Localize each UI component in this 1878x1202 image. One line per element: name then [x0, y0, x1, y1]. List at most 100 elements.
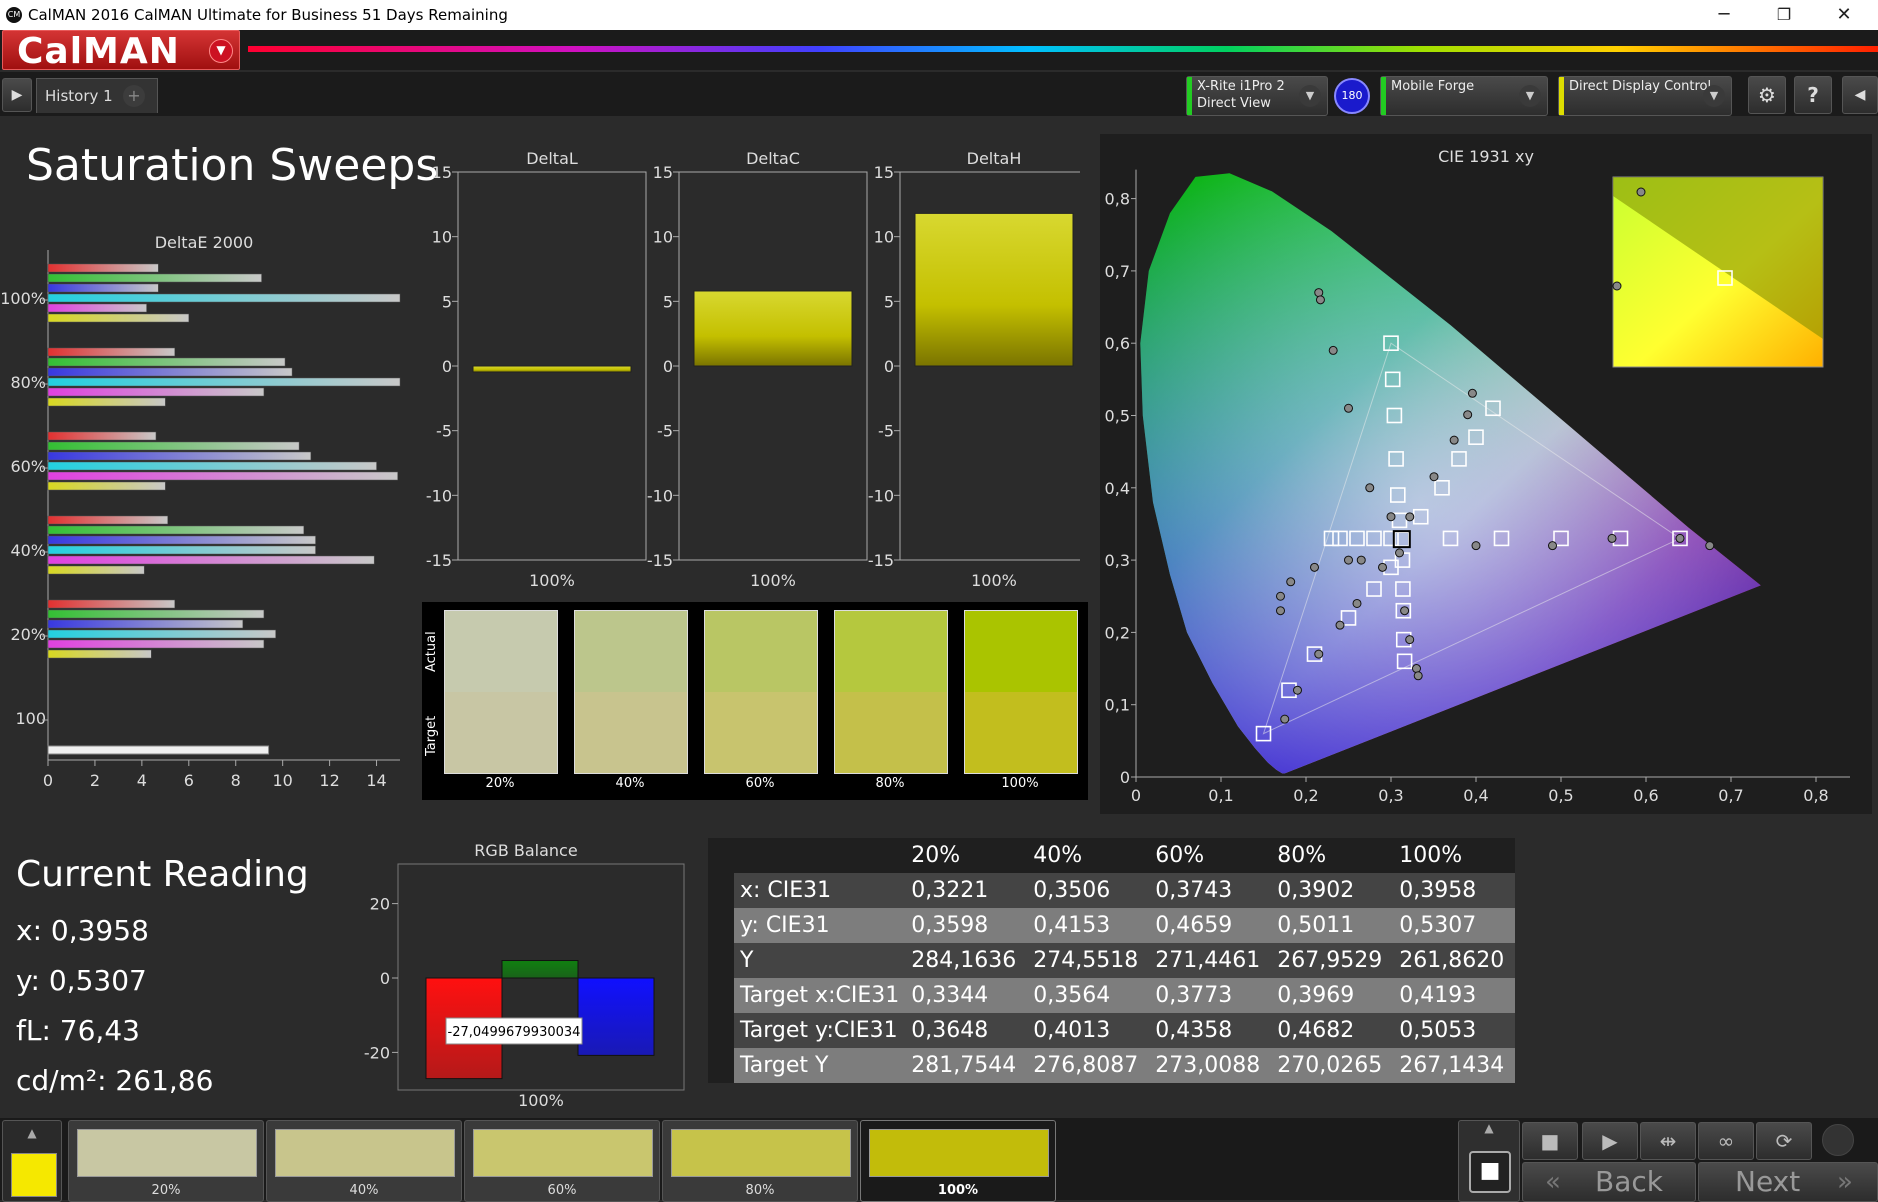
cie-measured-point — [1471, 541, 1481, 551]
cie-measured-point — [1310, 562, 1319, 572]
close-button[interactable]: ✕ — [1824, 2, 1864, 28]
delta-chart-title: DeltaL — [526, 149, 578, 168]
delta-y-tick-label: 5 — [442, 292, 452, 311]
deltae-x-tick-label: 2 — [90, 771, 100, 790]
read-button[interactable]: ▶ — [1582, 1122, 1638, 1160]
table-cell: 0,4358 — [1149, 1013, 1272, 1048]
stop-measure-button[interactable]: ■ — [1522, 1122, 1578, 1160]
deltae-bar — [47, 357, 286, 367]
restore-button[interactable]: ❐ — [1764, 2, 1804, 28]
refresh-button[interactable]: ⟳ — [1756, 1122, 1812, 1160]
cie-measured-point — [1286, 577, 1296, 587]
next-arrow-icon: » — [1837, 1167, 1853, 1197]
deltae-bar — [47, 313, 190, 323]
table-cell: 284,1636 — [905, 943, 1028, 978]
window-titlebar: CM CalMAN 2016 CalMAN Ultimate for Busin… — [0, 0, 1878, 30]
target-label: Target — [424, 715, 439, 756]
step-tile[interactable]: 60% — [464, 1120, 660, 1202]
delta-y-tick-label: -10 — [647, 486, 673, 505]
step-icon: ⇹ — [1659, 1129, 1677, 1153]
gear-icon[interactable]: ⚙ — [1748, 76, 1786, 114]
target-swatch — [965, 692, 1077, 773]
cie-measured-point — [1276, 606, 1285, 616]
stop-icon[interactable]: ■ — [1469, 1151, 1511, 1193]
meter-selector[interactable]: X-Rite i1Pro 2 Direct View ▼ — [1186, 76, 1328, 116]
step-tile[interactable]: 40% — [266, 1120, 462, 1202]
table-cell: 0,4153 — [1027, 908, 1150, 943]
read-series-button[interactable]: ⇹ — [1640, 1122, 1696, 1160]
play-icon[interactable]: ▶ — [2, 78, 32, 112]
cie-zoom-point — [1612, 281, 1622, 291]
row-label: Target y:CIE31 — [734, 1013, 906, 1048]
meter-count-badge[interactable]: 180 — [1334, 78, 1370, 114]
current-swatch-panel: ▲ — [2, 1120, 62, 1202]
step-tile[interactable]: 20% — [68, 1120, 264, 1202]
cie-y-tick-label: 0,4 — [1105, 479, 1130, 498]
table-header — [708, 838, 906, 873]
cie-measured-point — [1463, 410, 1473, 420]
table-cell: 0,3221 — [905, 873, 1028, 908]
minimize-button[interactable]: ─ — [1704, 2, 1744, 28]
deltae-bar — [47, 609, 265, 619]
swatch-label: 60% — [745, 776, 775, 791]
continuous-read-button[interactable]: ∞ — [1698, 1122, 1754, 1160]
back-button[interactable]: « Back — [1522, 1162, 1696, 1202]
table-cell: 267,9529 — [1271, 943, 1394, 978]
actual-swatch — [575, 611, 687, 692]
actual-swatch — [965, 611, 1077, 692]
deltae-bar — [47, 745, 270, 755]
delta-bar — [914, 212, 1074, 367]
refresh-icon: ⟳ — [1775, 1129, 1793, 1153]
table-header: 60% — [1149, 838, 1272, 873]
next-button[interactable]: Next » — [1698, 1162, 1878, 1202]
add-tab-button[interactable]: + — [123, 85, 145, 107]
row-gutter — [708, 1013, 734, 1048]
table-cell: 0,3969 — [1271, 978, 1394, 1013]
expand-up-icon[interactable]: ▲ — [1477, 1121, 1501, 1145]
cie-y-tick-label: 0,2 — [1105, 623, 1130, 642]
deltae-bar — [47, 545, 316, 555]
row-gutter — [708, 873, 734, 908]
deltae-bar — [47, 263, 159, 273]
deltae-group-label: 40% — [10, 541, 46, 560]
cie-measured-point — [1705, 541, 1715, 551]
cie-measured-point — [1314, 649, 1324, 659]
delta-y-tick-label: 15 — [653, 163, 673, 182]
swatch-label: 20% — [485, 776, 515, 791]
calman-menu-button[interactable]: CalMAN ▼ — [2, 30, 240, 72]
expand-up-icon[interactable]: ▲ — [19, 1121, 45, 1147]
display-selector[interactable]: Direct Display Control ▼ — [1558, 76, 1732, 116]
source-selector[interactable]: Mobile Forge ▼ — [1380, 76, 1548, 116]
row-label: y: CIE31 — [734, 908, 906, 943]
deltae-bar — [47, 367, 293, 377]
step-tile[interactable]: 100% — [860, 1120, 1056, 1202]
tab-history[interactable]: History 1 + — [36, 78, 158, 113]
chevron-down-icon: ▼ — [1299, 85, 1321, 107]
collapse-panel-icon[interactable]: ◀ — [1842, 76, 1878, 114]
delta-y-tick-label: -15 — [426, 551, 452, 570]
deltae-bar — [47, 525, 305, 535]
cie-measured-point — [1412, 664, 1421, 674]
deltae-x-tick-label: 4 — [137, 771, 147, 790]
stop-icon: ■ — [1540, 1129, 1560, 1153]
table-row: Y 284,1636 274,5518 271,4461 267,9529 261,862… — [708, 943, 1516, 978]
target-swatch — [835, 692, 947, 773]
window-title: CalMAN 2016 CalMAN Ultimate for Business… — [28, 6, 508, 24]
table-cell: 0,4013 — [1027, 1013, 1150, 1048]
delta-y-tick-label: -5 — [657, 422, 673, 441]
deltae-bar — [47, 639, 265, 649]
app-icon: CM — [6, 7, 22, 23]
cie-title: CIE 1931 xy — [1438, 147, 1534, 166]
help-icon[interactable]: ? — [1794, 76, 1832, 114]
table-cell: 270,0265 — [1271, 1048, 1394, 1083]
cie-measured-point — [1467, 388, 1477, 398]
table-cell: 0,3958 — [1393, 873, 1516, 908]
table-header: 40% — [1027, 838, 1150, 873]
delta-y-tick-label: 5 — [884, 292, 894, 311]
swatch-pair — [704, 610, 818, 774]
table-cell: 0,3902 — [1271, 873, 1394, 908]
step-tile[interactable]: 80% — [662, 1120, 858, 1202]
table-cell: 0,4193 — [1393, 978, 1516, 1013]
target-swatch — [575, 692, 687, 773]
deltae-bar — [47, 481, 166, 491]
